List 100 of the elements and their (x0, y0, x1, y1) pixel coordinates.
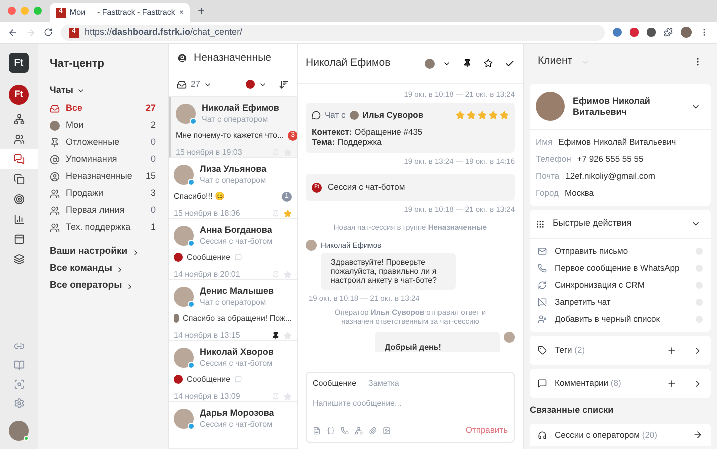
folder-count: 3 (150, 186, 156, 200)
section-label: Теги (2) (555, 344, 586, 357)
check-icon[interactable] (505, 58, 515, 68)
target-icon (14, 194, 24, 204)
quick-action[interactable]: Запретить чат (530, 294, 711, 311)
image-icon[interactable] (383, 426, 391, 435)
folder-item[interactable]: Продажи 3 (50, 185, 156, 202)
action-label: Запретить чат (555, 296, 611, 309)
add-icon[interactable] (667, 378, 677, 388)
folder-label: Продажи (66, 186, 104, 200)
folder-count: 1 (150, 220, 156, 234)
attach-icon[interactable] (369, 426, 377, 435)
menu-link[interactable]: Ваши настройки (50, 246, 156, 259)
composer-tab[interactable]: Сообщение (313, 378, 357, 390)
avatar (174, 286, 194, 307)
star-icon (500, 111, 509, 120)
action-label: Отправить письмо (555, 245, 628, 258)
quick-action[interactable]: Добавить в черный список (530, 311, 711, 328)
message-bubble: Здравствуйте! Проверьте пожалуйста, правильно ли я настроил анкету в чат-боте? (321, 252, 456, 290)
phone-icon (538, 264, 547, 273)
conversation-item[interactable]: Дарья Морозова Сессия с чат-ботом (169, 402, 297, 449)
bot-badge (174, 375, 183, 384)
field-label: Почта (536, 170, 560, 183)
quick-action[interactable]: Синхронизация с CRM (530, 277, 711, 294)
add-icon[interactable] (667, 346, 677, 356)
comment-icon (538, 379, 547, 388)
phone-icon[interactable] (341, 426, 349, 435)
reload-icon[interactable] (44, 28, 53, 37)
team-icon (50, 188, 60, 198)
folder-label: Тех. поддержка (66, 220, 131, 234)
arrow-right-icon[interactable] (693, 430, 703, 440)
at-sign-icon (50, 154, 60, 164)
grid-icon (536, 220, 545, 228)
conversation-item[interactable]: Денис Малышев Чат с оператором Спасибо за обращени! Пож... 14 ноября в 13:15 (169, 280, 297, 341)
chat-bubble-icon (312, 111, 321, 120)
user-icon (177, 53, 188, 64)
sync-icon (538, 281, 547, 290)
sort-icon[interactable] (279, 80, 289, 90)
chart-icon (14, 214, 24, 224)
folder-count: 27 (146, 102, 156, 115)
chats-group-toggle[interactable]: Чаты (50, 84, 86, 98)
message-preview: Мне почему-то кажется что... (176, 130, 284, 142)
folder-label: Все (66, 102, 83, 115)
avatar (174, 348, 194, 368)
channel-label: Сессия с чат-ботом (200, 418, 274, 430)
folder-count: 0 (150, 136, 156, 149)
folder-item[interactable]: Отложенные 0 (50, 134, 156, 151)
folder-item[interactable]: Неназначенные 15 (50, 168, 156, 185)
folder-item[interactable]: Все 27 (50, 100, 156, 117)
variables-icon[interactable] (327, 426, 335, 435)
headset-icon (538, 430, 547, 440)
hierarchy-icon[interactable] (355, 426, 363, 435)
section-card[interactable]: Теги (2) (530, 336, 711, 365)
message-preview: Спасибо!!! 😊 (174, 190, 225, 203)
mail-icon (538, 247, 547, 256)
inbox-icon (50, 104, 60, 114)
new-tab-button[interactable]: + (198, 2, 206, 20)
template-icon[interactable] (313, 426, 321, 435)
section-card[interactable]: Комментарии (8) (530, 369, 711, 398)
folder-item[interactable]: Первая линия 0 (50, 202, 156, 219)
inbox-icon[interactable] (177, 80, 187, 90)
message-input[interactable]: Напишите сообщение... (313, 398, 508, 410)
channel-label: Чат с оператором (202, 114, 270, 125)
team-icon (50, 222, 60, 232)
folder-count: 0 (150, 152, 156, 166)
folder-item[interactable]: Мои 2 (50, 117, 156, 134)
close-tab-button[interactable]: × (179, 6, 184, 18)
folder-label: Мои (66, 118, 84, 132)
extensions-icon[interactable] (664, 28, 673, 37)
nav-item[interactable] (0, 149, 38, 169)
message-preview: Спасибо за обращени! Пож... (183, 312, 292, 325)
card-detail: Тема: Поддержка (312, 137, 383, 147)
pin-icon[interactable] (272, 332, 280, 340)
menu-link[interactable]: Все команды (50, 263, 156, 276)
team-icon (50, 206, 60, 216)
settings-icon[interactable] (14, 398, 24, 409)
bot-filter-icon[interactable] (246, 80, 255, 90)
linked-list-card[interactable]: Сессии с оператором (20) (530, 424, 711, 446)
folder-item[interactable]: Тех. поддержка 1 (50, 219, 156, 236)
account-badge[interactable]: Ft (9, 85, 29, 105)
search-icon[interactable] (14, 379, 24, 390)
link-icon[interactable] (14, 341, 24, 352)
back-icon[interactable] (8, 28, 18, 38)
folder-item[interactable]: Упоминания 0 (50, 151, 156, 168)
avatar[interactable] (425, 58, 435, 68)
star-icon[interactable] (484, 59, 493, 68)
action-label: Добавить в черный список (555, 313, 660, 326)
contact-name: Денис Малышев (200, 286, 274, 297)
contact-name: Анна Богданова (200, 224, 273, 236)
field-label: Телефон (536, 153, 572, 166)
quick-action[interactable]: Первое сообщение в WhatsApp (530, 260, 711, 277)
field-value: 12ef.nikoliy@gmail.com (566, 170, 656, 183)
folder-label: Неназначенные (66, 170, 132, 183)
pin-icon[interactable] (463, 59, 472, 68)
profile-avatar[interactable] (681, 27, 692, 38)
star-icon (478, 111, 487, 120)
quick-action[interactable]: Отправить письмо (530, 243, 711, 260)
book-icon[interactable] (14, 360, 24, 371)
user-avatar[interactable] (9, 421, 29, 441)
menu-link[interactable]: Все операторы (50, 280, 156, 293)
